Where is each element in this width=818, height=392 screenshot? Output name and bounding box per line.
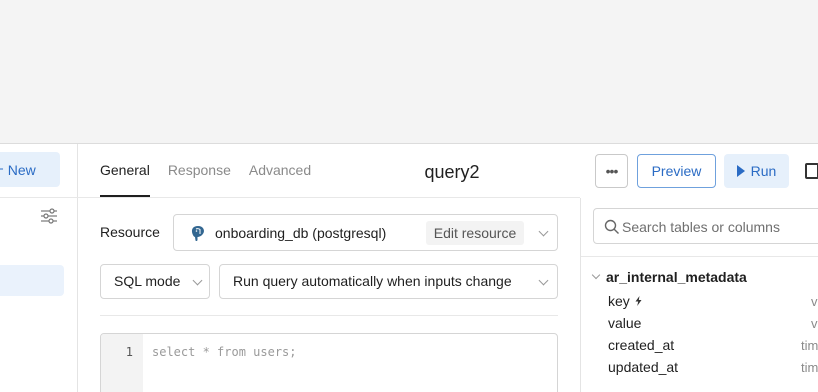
- column-name: value: [608, 315, 642, 331]
- tab-advanced[interactable]: Advanced: [249, 144, 311, 197]
- query-title[interactable]: query2: [392, 144, 512, 200]
- preview-button[interactable]: Preview: [637, 154, 716, 188]
- query-tabs: General Response Advanced: [100, 144, 311, 197]
- edit-resource-button[interactable]: Edit resource: [426, 221, 524, 245]
- more-options-button[interactable]: •••: [595, 154, 628, 188]
- filter-settings-icon[interactable]: [40, 208, 58, 224]
- run-trigger-value: Run query automatically when inputs chan…: [233, 273, 512, 289]
- schema-column-row[interactable]: updated_at: [608, 359, 678, 375]
- run-trigger-select[interactable]: Run query automatically when inputs chan…: [219, 264, 558, 299]
- column-type: v: [811, 316, 818, 331]
- column-name: created_at: [608, 337, 675, 353]
- schema-browser: Search tables or columns ar_internal_met…: [580, 198, 818, 392]
- tab-general[interactable]: General: [100, 144, 150, 197]
- search-icon: [604, 219, 619, 234]
- query-list-sidebar: + New: [0, 144, 78, 392]
- sql-mode-value: SQL mode: [114, 273, 181, 289]
- table-name: ar_internal_metadata: [606, 269, 747, 285]
- schema-search-input[interactable]: Search tables or columns: [593, 208, 818, 244]
- column-type: tim: [801, 360, 818, 375]
- schema-column-row[interactable]: key: [608, 293, 642, 309]
- form-divider: [100, 315, 558, 316]
- plus-icon: +: [0, 161, 4, 178]
- sql-code-editor[interactable]: 1 select * from users;: [100, 333, 558, 392]
- column-type: v: [811, 294, 818, 309]
- run-label: Run: [750, 163, 777, 179]
- column-name: updated_at: [608, 359, 679, 375]
- canvas-area: [0, 0, 818, 143]
- tab-response[interactable]: Response: [168, 144, 231, 197]
- new-query-label: New: [7, 161, 36, 178]
- play-icon: [736, 165, 745, 177]
- column-name: key: [608, 293, 630, 309]
- schema-table-header[interactable]: ar_internal_metadata: [591, 269, 747, 285]
- column-type: tim: [801, 338, 818, 353]
- sql-code-line[interactable]: select * from users;: [152, 345, 297, 359]
- selected-query-item[interactable]: [0, 265, 64, 296]
- schema-column-row[interactable]: created_at: [608, 337, 674, 353]
- line-number: 1: [125, 345, 133, 359]
- chevron-down-icon: [192, 275, 203, 286]
- primary-key-bolt-icon: [635, 296, 642, 306]
- new-query-button[interactable]: + New: [0, 152, 60, 187]
- resource-select[interactable]: onboarding_db (postgresql) Edit resource: [173, 214, 558, 251]
- search-placeholder: Search tables or columns: [622, 219, 780, 235]
- chevron-down-icon: [538, 275, 549, 286]
- postgresql-icon: [191, 226, 204, 242]
- schema-column-row[interactable]: value: [608, 315, 641, 331]
- resource-name: onboarding_db (postgresql): [215, 225, 387, 241]
- panel-toggle-icon[interactable]: [805, 163, 818, 179]
- chevron-down-icon: [591, 270, 601, 280]
- query-editor-panel: + New General Response Advanced query2 •…: [0, 143, 818, 392]
- schema-divider: [581, 256, 818, 257]
- sidebar-divider: [0, 197, 78, 198]
- sql-mode-select[interactable]: SQL mode: [100, 264, 210, 299]
- line-gutter: 1: [101, 334, 143, 392]
- run-button[interactable]: Run: [724, 154, 789, 188]
- chevron-down-icon: [538, 226, 549, 237]
- resource-label: Resource: [100, 224, 160, 240]
